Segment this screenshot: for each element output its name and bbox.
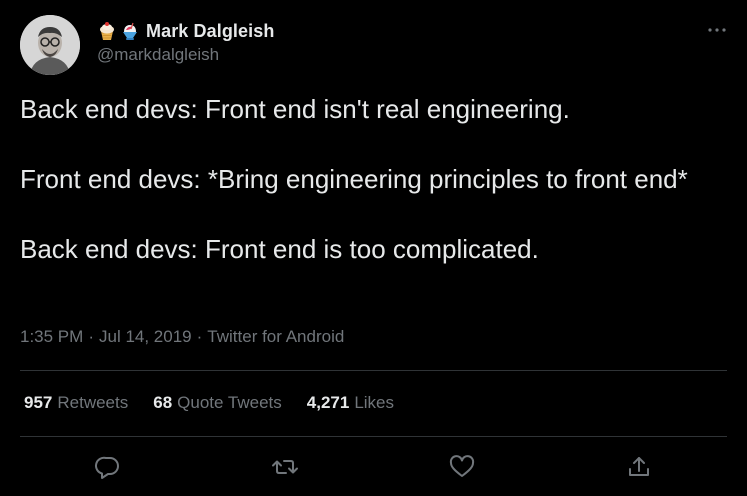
more-icon[interactable] — [705, 22, 729, 38]
quote-tweets-label: Quote Tweets — [177, 393, 282, 412]
retweets-count: 957 — [24, 393, 53, 412]
author-name-row[interactable]: Mark Dalgleish — [97, 19, 274, 43]
tweet-paragraph: Front end devs: *Bring engineering princ… — [20, 164, 688, 194]
likes-count: 4,271 — [306, 393, 350, 412]
meta-separator: · — [88, 327, 94, 346]
likes-label: Likes — [354, 393, 394, 412]
like-icon[interactable] — [445, 450, 479, 484]
retweet-icon[interactable] — [268, 450, 302, 484]
meta-separator: · — [196, 327, 203, 346]
display-name[interactable]: Mark Dalgleish — [146, 21, 274, 42]
quote-tweets-stat[interactable]: 68 Quote Tweets — [153, 393, 282, 413]
cupcake-emoji — [97, 21, 117, 41]
share-icon[interactable] — [622, 450, 656, 484]
shaved-ice-emoji — [120, 21, 140, 41]
retweets-stat[interactable]: 957 Retweets — [24, 393, 128, 413]
tweet-paragraph: Back end devs: Front end isn't real engi… — [20, 94, 570, 124]
reply-icon[interactable] — [91, 450, 125, 484]
tweet-text: Back end devs: Front end isn't real engi… — [20, 92, 720, 266]
tweet-stats: 957 Retweets 68 Quote Tweets 4,271 Likes — [24, 393, 419, 413]
tweet-paragraph: Back end devs: Front end is too complica… — [20, 234, 539, 264]
avatar[interactable] — [20, 15, 80, 75]
tweet-source[interactable]: Twitter for Android — [207, 327, 344, 346]
tweet-meta: 1:35 PM · Jul 14, 2019 · Twitter for Android — [20, 327, 344, 347]
tweet-actions — [0, 450, 747, 484]
tweet-time[interactable]: 1:35 PM — [20, 327, 83, 346]
likes-stat[interactable]: 4,271 Likes — [307, 393, 394, 413]
tweet-date[interactable]: Jul 14, 2019 — [99, 327, 192, 346]
author-handle[interactable]: @markdalgleish — [97, 45, 219, 65]
divider — [20, 436, 727, 437]
divider — [20, 370, 727, 371]
quote-tweets-count: 68 — [153, 393, 173, 412]
retweets-label: Retweets — [57, 393, 129, 412]
